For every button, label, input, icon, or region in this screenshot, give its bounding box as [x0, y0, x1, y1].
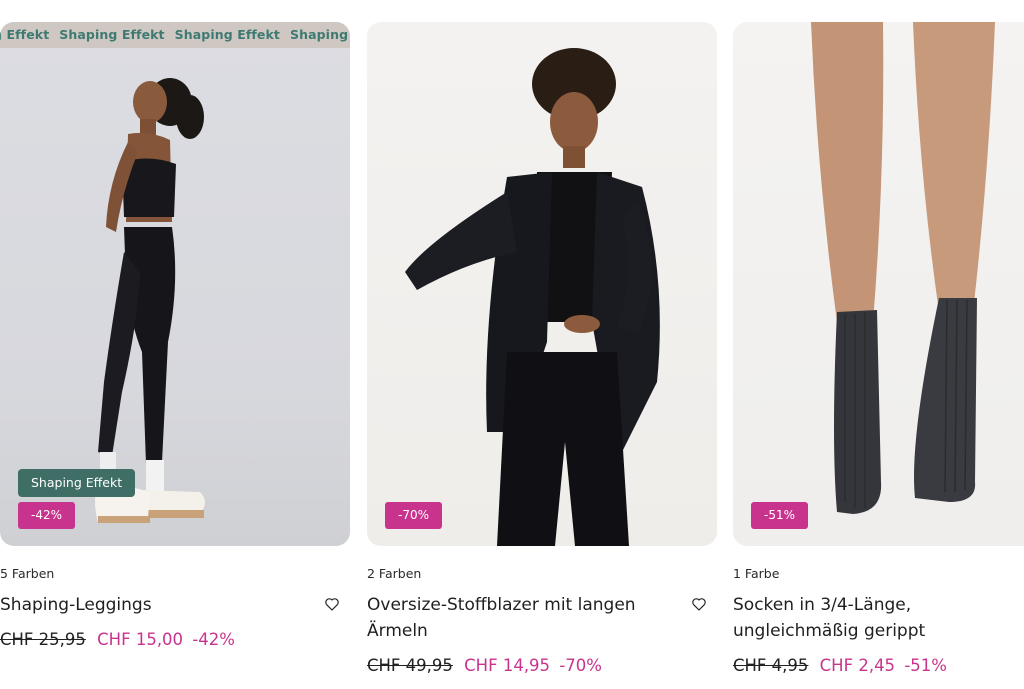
sale-price: CHF 15,00: [97, 630, 184, 649]
product-title[interactable]: Socken in 3/4-Länge, ungleichmäßig gerip…: [733, 592, 1014, 644]
product-card-shaping-leggings[interactable]: g Effekt Shaping Effekt Shaping Effekt S…: [0, 22, 350, 649]
ticker-item: Shaping Effekt: [290, 27, 350, 42]
feature-tag: Shaping Effekt: [18, 469, 136, 497]
product-info: 1 Farbe Socken in 3/4-Länge, ungleichmäß…: [733, 566, 1024, 675]
original-price: CHF 4,95: [733, 656, 809, 675]
discount-badge: -70%: [385, 502, 443, 529]
color-count[interactable]: 2 Farben: [367, 566, 717, 581]
ticker-item: Shaping Effekt: [174, 27, 280, 42]
product-title[interactable]: Oversize-Stoffblazer mit langen Ärmeln: [367, 592, 685, 644]
product-image[interactable]: -51%: [733, 22, 1024, 546]
price-row: CHF 4,95 CHF 2,45 -51%: [733, 656, 1024, 675]
color-count[interactable]: 1 Farbe: [733, 566, 1024, 581]
shaping-effekt-ticker: g Effekt Shaping Effekt Shaping Effekt S…: [0, 22, 350, 48]
discount-badge: -51%: [751, 502, 809, 529]
product-card-socks[interactable]: -51% 1 Farbe Socken in 3/4-Länge, unglei…: [733, 22, 1024, 675]
discount-percent: -51%: [904, 656, 947, 675]
model-blazer-illustration: [405, 48, 660, 546]
product-image[interactable]: -70%: [367, 22, 717, 546]
product-grid: g Effekt Shaping Effekt Shaping Effekt S…: [0, 0, 1024, 689]
product-image[interactable]: g Effekt Shaping Effekt Shaping Effekt S…: [0, 22, 350, 546]
title-row: Shaping-Leggings: [0, 592, 350, 618]
original-price: CHF 25,95: [0, 630, 86, 649]
product-card-oversize-blazer[interactable]: -70% 2 Farben Oversize-Stoffblazer mit l…: [367, 22, 717, 675]
heart-outline-icon[interactable]: [324, 596, 340, 612]
discount-percent: -70%: [559, 656, 602, 675]
price-row: CHF 25,95 CHF 15,00 -42%: [0, 630, 350, 649]
discount-badge: -42%: [18, 502, 76, 529]
model-socks-illustration: [811, 22, 995, 514]
title-row: Oversize-Stoffblazer mit langen Ärmeln: [367, 592, 717, 644]
ticker-item: g Effekt: [0, 27, 50, 42]
heart-outline-icon[interactable]: [691, 596, 707, 612]
product-info: 5 Farben Shaping-Leggings CHF 25,95 CHF …: [0, 566, 350, 649]
sale-price: CHF 14,95: [464, 656, 551, 675]
title-row: Socken in 3/4-Länge, ungleichmäßig gerip…: [733, 592, 1024, 644]
sale-price: CHF 2,45: [819, 656, 896, 675]
product-info: 2 Farben Oversize-Stoffblazer mit langen…: [367, 566, 717, 675]
price-row: CHF 49,95 CHF 14,95 -70%: [367, 656, 717, 675]
color-count[interactable]: 5 Farben: [0, 566, 350, 581]
original-price: CHF 49,95: [367, 656, 453, 675]
product-title[interactable]: Shaping-Leggings: [0, 592, 318, 618]
ticker-item: Shaping Effekt: [59, 27, 165, 42]
model-leggings-illustration: [95, 78, 205, 523]
discount-percent: -42%: [192, 630, 235, 649]
